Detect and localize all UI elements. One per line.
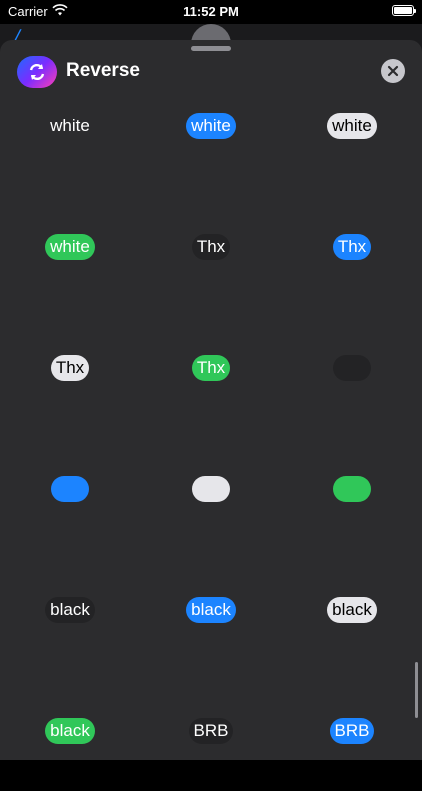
sticker-bubble: white	[45, 233, 95, 260]
status-bar: Carrier 11:52 PM	[0, 0, 422, 24]
sticker-bubble: Thx	[50, 354, 90, 381]
sticker-cell[interactable]	[282, 428, 422, 549]
sticker-cell[interactable]: BRB	[282, 670, 422, 791]
sticker-cell[interactable]	[282, 307, 422, 428]
sticker-cell[interactable]	[141, 428, 281, 549]
sticker-cell[interactable]: black	[0, 670, 140, 791]
sticker-bubble: Thx	[191, 354, 231, 381]
sticker-bubble: white	[327, 112, 377, 139]
sticker-bubble: black	[186, 596, 236, 623]
sticker-cell[interactable]: Thx	[141, 186, 281, 307]
app-sheet: Reverse white white white white Thx Thx Thx Thx…	[0, 40, 422, 760]
sticker-bubble	[333, 354, 371, 381]
sticker-bubble	[192, 475, 230, 502]
sticker-bubble: black	[327, 596, 377, 623]
sticker-cell[interactable]: white	[0, 186, 140, 307]
sticker-bubble	[333, 475, 371, 502]
sticker-cell[interactable]: Thx	[282, 186, 422, 307]
sticker-bubble: black	[45, 717, 95, 744]
sticker-cell[interactable]: white	[141, 65, 281, 186]
sticker-cell[interactable]: black	[282, 549, 422, 670]
sticker-bubble: BRB	[188, 717, 234, 744]
sticker-cell[interactable]: white	[282, 65, 422, 186]
sticker-cell[interactable]: BRB	[141, 670, 281, 791]
sticker-cell[interactable]	[0, 428, 140, 549]
sheet-grabber[interactable]	[191, 46, 231, 51]
sticker-bubble: Thx	[332, 233, 372, 260]
sticker-cell[interactable]: black	[141, 549, 281, 670]
sticker-cell[interactable]: Thx	[141, 307, 281, 428]
sticker-cell[interactable]: white	[0, 65, 140, 186]
scroll-indicator[interactable]	[415, 662, 418, 718]
sticker-bubble: Thx	[191, 233, 231, 260]
sticker-cell[interactable]: Thx	[0, 307, 140, 428]
sticker-bubble: white	[186, 112, 236, 139]
status-time: 11:52 PM	[183, 4, 239, 19]
battery-icon	[392, 5, 416, 16]
sticker-bubble: white	[50, 115, 90, 135]
sticker-bubble: black	[45, 596, 95, 623]
sticker-bubble: BRB	[329, 717, 375, 744]
sticker-bubble	[51, 475, 89, 502]
sticker-cell[interactable]: black	[0, 549, 140, 670]
